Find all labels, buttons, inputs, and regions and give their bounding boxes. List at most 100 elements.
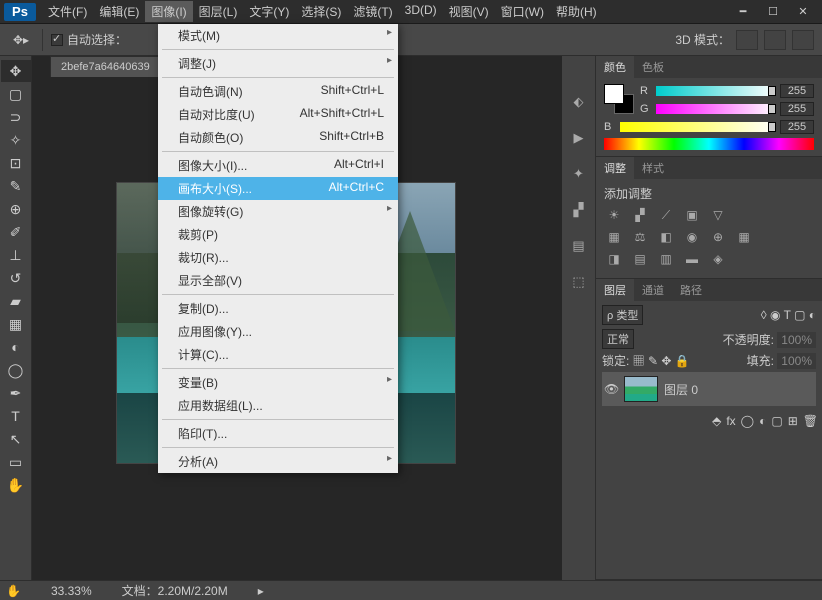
menu-编辑[interactable]: 编辑(E) xyxy=(93,1,145,22)
auto-select-checkbox[interactable]: 自动选择： xyxy=(51,31,127,48)
type-tool[interactable]: T xyxy=(1,405,31,427)
g-slider[interactable] xyxy=(656,104,776,114)
balance-icon[interactable]: ⚖ xyxy=(630,228,650,246)
menu-item[interactable]: 画布大小(S)...Alt+Ctrl+C xyxy=(158,177,398,200)
document-tab[interactable]: 2befe7a64640639 xyxy=(50,56,161,77)
layer-thumbnail[interactable] xyxy=(624,376,658,402)
brush-tool[interactable]: ✐ xyxy=(1,221,31,243)
menu-item[interactable]: 应用数据组(L)... xyxy=(158,394,398,417)
wand-tool[interactable]: ✧ xyxy=(1,129,31,151)
fill-value[interactable]: 100% xyxy=(777,353,816,369)
menu-文件[interactable]: 文件(F) xyxy=(42,1,93,22)
crop-tool[interactable]: ⊡ xyxy=(1,152,31,174)
vibrance-icon[interactable]: ▽ xyxy=(708,206,728,224)
photo-filter-icon[interactable]: ◉ xyxy=(682,228,702,246)
close-button[interactable]: ✕ xyxy=(788,3,818,21)
menu-视图[interactable]: 视图(V) xyxy=(443,1,495,22)
hand-tool[interactable]: ✋ xyxy=(1,474,31,496)
menu-item[interactable]: 裁切(R)... xyxy=(158,246,398,269)
menu-item[interactable]: 显示全部(V) xyxy=(158,269,398,292)
b-input[interactable] xyxy=(780,120,814,134)
path-tool[interactable]: ↖ xyxy=(1,428,31,450)
mixer-icon[interactable]: ⊕ xyxy=(708,228,728,246)
poster-icon[interactable]: ▤ xyxy=(630,250,650,268)
menu-item[interactable]: 陷印(T)... xyxy=(158,422,398,445)
transform-icon[interactable]: ⬚ xyxy=(565,270,593,294)
bw-icon[interactable]: ◧ xyxy=(656,228,676,246)
compass-icon[interactable]: ✦ xyxy=(565,162,593,186)
r-slider[interactable] xyxy=(656,86,776,96)
move-tool-icon[interactable]: ✥▸ xyxy=(8,29,34,51)
menu-图像[interactable]: 图像(I) xyxy=(145,1,192,22)
curves-icon[interactable]: ⟋ xyxy=(656,206,676,224)
g-input[interactable] xyxy=(780,102,814,116)
zoom-level[interactable]: 33.33% xyxy=(51,584,92,598)
invert-icon[interactable]: ◨ xyxy=(604,250,624,268)
layers-strip-icon[interactable]: ▤ xyxy=(565,234,593,258)
menu-item[interactable]: 计算(C)... xyxy=(158,343,398,366)
adj-layer-icon[interactable]: ◐ xyxy=(759,414,766,428)
tab-color[interactable]: 颜色 xyxy=(596,56,634,78)
marquee-tool[interactable]: ▢ xyxy=(1,83,31,105)
shape-tool[interactable]: ▭ xyxy=(1,451,31,473)
fg-bg-swatch[interactable] xyxy=(604,84,634,114)
collapse-icon[interactable]: ⬖ xyxy=(565,90,593,114)
blend-mode-select[interactable]: 正常 xyxy=(602,329,634,349)
menu-3D[interactable]: 3D(D) xyxy=(399,1,443,22)
b-slider[interactable] xyxy=(620,122,776,132)
tab-layers[interactable]: 图层 xyxy=(596,279,634,301)
hue-icon[interactable]: ▦ xyxy=(604,228,624,246)
menu-item[interactable]: 自动颜色(O)Shift+Ctrl+B xyxy=(158,126,398,149)
menu-item[interactable]: 裁剪(P) xyxy=(158,223,398,246)
menu-item[interactable]: 自动色调(N)Shift+Ctrl+L xyxy=(158,80,398,103)
tab-channels[interactable]: 通道 xyxy=(634,279,672,301)
visibility-icon[interactable]: 👁 xyxy=(604,382,618,396)
mask-icon[interactable]: ◯ xyxy=(741,414,754,428)
threshold-icon[interactable]: ▥ xyxy=(656,250,676,268)
eyedropper-tool[interactable]: ✎ xyxy=(1,175,31,197)
heal-tool[interactable]: ⊕ xyxy=(1,198,31,220)
menu-item[interactable]: 自动对比度(U)Alt+Shift+Ctrl+L xyxy=(158,103,398,126)
tab-adjustments[interactable]: 调整 xyxy=(596,157,634,179)
pen-tool[interactable]: ✒ xyxy=(1,382,31,404)
menu-item[interactable]: 模式(M) xyxy=(158,24,398,47)
tab-styles[interactable]: 样式 xyxy=(634,157,672,179)
link-layers-icon[interactable]: ⬘ xyxy=(712,414,721,428)
dodge-tool[interactable]: ◯ xyxy=(1,359,31,381)
hand-small-icon[interactable]: ✋ xyxy=(6,584,21,598)
3d-icon-3[interactable] xyxy=(792,30,814,50)
play-icon[interactable]: ▶ xyxy=(565,126,593,150)
fx-icon[interactable]: fx xyxy=(726,414,735,428)
menu-item[interactable]: 图像旋转(G) xyxy=(158,200,398,223)
stamp-tool[interactable]: ⊥ xyxy=(1,244,31,266)
3d-icon-2[interactable] xyxy=(764,30,786,50)
brightness-icon[interactable]: ☀ xyxy=(604,206,624,224)
minimize-button[interactable]: ━ xyxy=(728,3,758,21)
menu-帮助[interactable]: 帮助(H) xyxy=(550,1,603,22)
3d-icon-1[interactable] xyxy=(736,30,758,50)
exposure-icon[interactable]: ▣ xyxy=(682,206,702,224)
menu-滤镜[interactable]: 滤镜(T) xyxy=(347,1,398,22)
doc-info[interactable]: 文档：2.20M/2.20M xyxy=(122,582,228,599)
menu-item[interactable]: 调整(J) xyxy=(158,52,398,75)
blur-tool[interactable]: ◐ xyxy=(1,336,31,358)
selective-icon[interactable]: ◈ xyxy=(708,250,728,268)
layer-kind-select[interactable]: ρ 类型 xyxy=(602,305,643,325)
menu-文字[interactable]: 文字(Y) xyxy=(243,1,295,22)
eraser-tool[interactable]: ▰ xyxy=(1,290,31,312)
levels-icon[interactable]: ▞ xyxy=(630,206,650,224)
layer-row[interactable]: 👁 图层 0 xyxy=(602,372,816,406)
histogram-icon[interactable]: ▞ xyxy=(565,198,593,222)
trash-icon[interactable]: 🗑 xyxy=(803,414,818,428)
menu-图层[interactable]: 图层(L) xyxy=(193,1,244,22)
menu-item[interactable]: 复制(D)... xyxy=(158,297,398,320)
maximize-button[interactable]: ☐ xyxy=(758,3,788,21)
lasso-tool[interactable]: ⊃ xyxy=(1,106,31,128)
tab-swatches[interactable]: 色板 xyxy=(634,56,672,78)
tab-paths[interactable]: 路径 xyxy=(672,279,710,301)
menu-item[interactable]: 图像大小(I)...Alt+Ctrl+I xyxy=(158,154,398,177)
spectrum[interactable] xyxy=(604,138,814,150)
folder-icon[interactable]: ▢ xyxy=(771,414,782,428)
r-input[interactable] xyxy=(780,84,814,98)
menu-选择[interactable]: 选择(S) xyxy=(295,1,347,22)
